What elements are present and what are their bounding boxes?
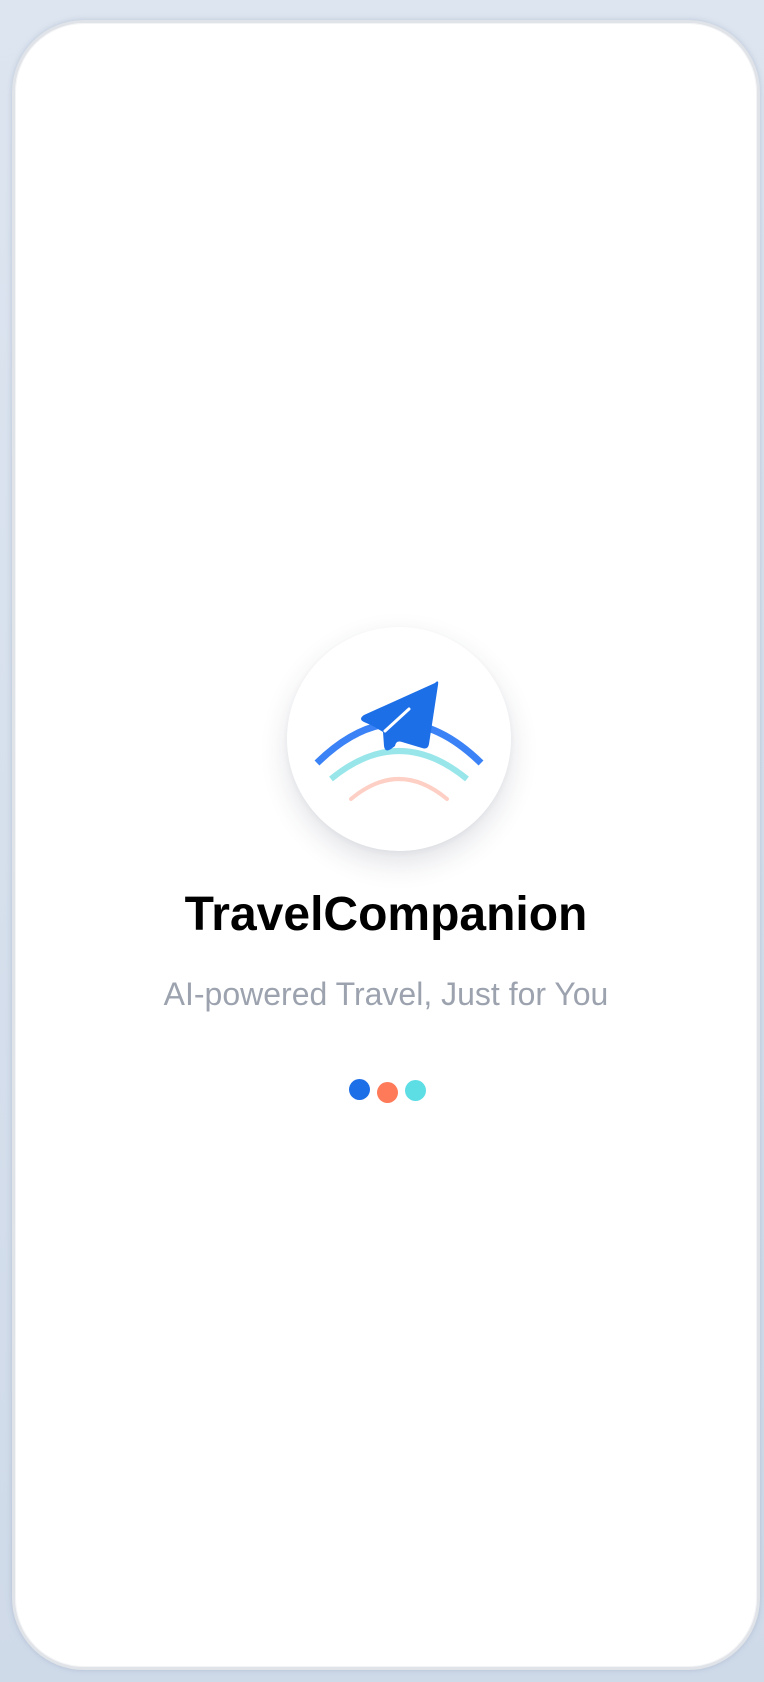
paper-plane-icon — [314, 681, 484, 801]
phone-frame: TravelCompanion AI-powered Travel, Just … — [12, 20, 760, 1670]
app-logo — [287, 627, 511, 851]
logo-arc-middle — [329, 748, 469, 782]
loading-dot — [377, 1082, 398, 1103]
logo-arc-inner — [349, 777, 449, 801]
loading-dot — [405, 1080, 426, 1101]
loading-dot — [349, 1079, 370, 1100]
app-tagline: AI-powered Travel, Just for You — [163, 976, 609, 1012]
splash-screen: TravelCompanion AI-powered Travel, Just … — [15, 23, 757, 1667]
loading-indicator — [15, 1077, 757, 1107]
app-title: TravelCompanion — [184, 888, 588, 941]
